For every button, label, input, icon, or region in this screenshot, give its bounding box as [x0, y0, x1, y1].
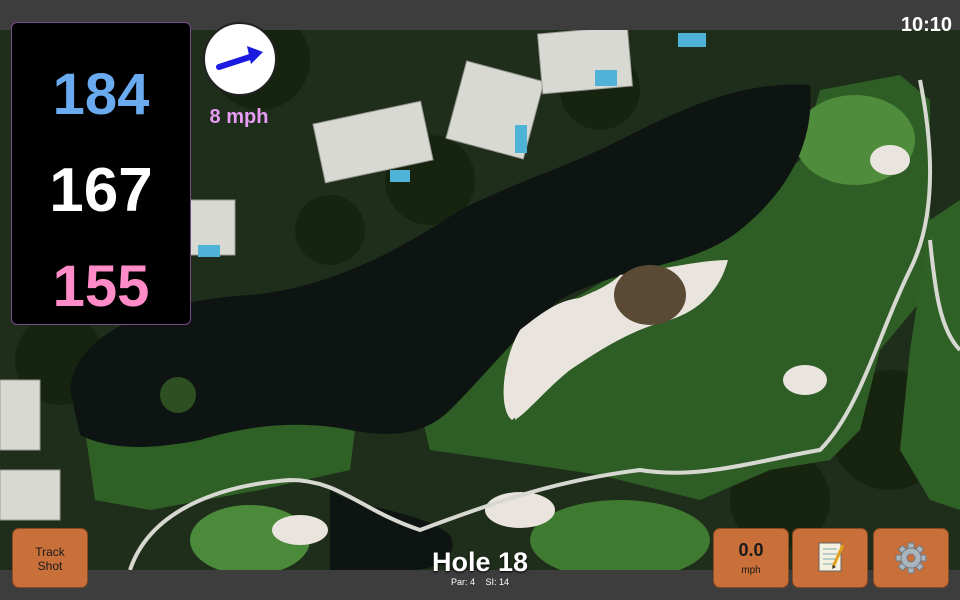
bunker-right — [783, 365, 827, 395]
gear-icon — [895, 542, 927, 574]
bunker-top-right — [870, 145, 910, 175]
notepad-icon — [818, 542, 845, 572]
distance-panel: 184 167 155 — [11, 22, 191, 325]
track-shot-label-1: Track — [35, 545, 65, 559]
wind-indicator[interactable] — [203, 22, 277, 96]
speed-button[interactable]: 0.0 mph — [713, 528, 789, 588]
hole-si: SI: 14 — [485, 577, 510, 587]
distance-middle: 167 — [49, 156, 153, 225]
clock: 10:10 — [900, 14, 952, 36]
hole-info: Par: 4 SI: 14 — [380, 577, 580, 587]
wind-speed: 8 mph — [209, 106, 269, 128]
settings-button[interactable] — [873, 528, 949, 588]
bunker-bush — [614, 265, 686, 325]
track-shot-label-2: Shot — [37, 559, 63, 573]
track-shot-button[interactable]: Track Shot — [12, 528, 88, 588]
island — [160, 377, 196, 413]
bunker-bottom-left — [272, 515, 328, 545]
distance-front: 155 — [52, 254, 150, 319]
speed-unit: mph — [741, 565, 761, 576]
hole-title: Hole 18 — [431, 547, 529, 577]
distance-back: 184 — [52, 62, 150, 127]
notes-button[interactable] — [792, 528, 868, 588]
hole-par: Par: 4 — [450, 577, 475, 587]
speed-value: 0.0 — [738, 540, 764, 560]
arrow-right-up-icon — [216, 46, 263, 70]
